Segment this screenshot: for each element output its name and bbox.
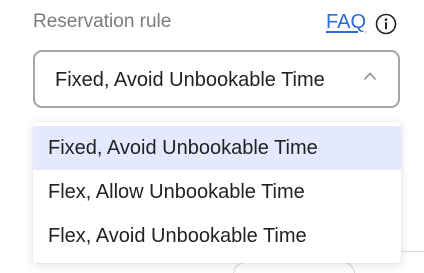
chevron-up-icon: [363, 72, 377, 81]
option-flex-allow-unbookable[interactable]: Flex, Allow Unbookable Time: [33, 170, 401, 214]
faq-link[interactable]: FAQ: [326, 10, 366, 34]
option-fixed-avoid-unbookable[interactable]: Fixed, Avoid Unbookable Time: [33, 126, 401, 170]
background-button: [233, 262, 355, 273]
select-value: Fixed, Avoid Unbookable Time: [55, 69, 325, 91]
background-divider: [401, 251, 424, 252]
info-circle-icon[interactable]: [375, 13, 397, 35]
option-flex-avoid-unbookable[interactable]: Flex, Avoid Unbookable Time: [33, 214, 401, 258]
reservation-rule-label: Reservation rule: [33, 11, 172, 32]
reservation-rule-select[interactable]: Fixed, Avoid Unbookable Time: [33, 50, 400, 108]
reservation-rule-dropdown: Fixed, Avoid Unbookable Time Flex, Allow…: [33, 122, 401, 263]
